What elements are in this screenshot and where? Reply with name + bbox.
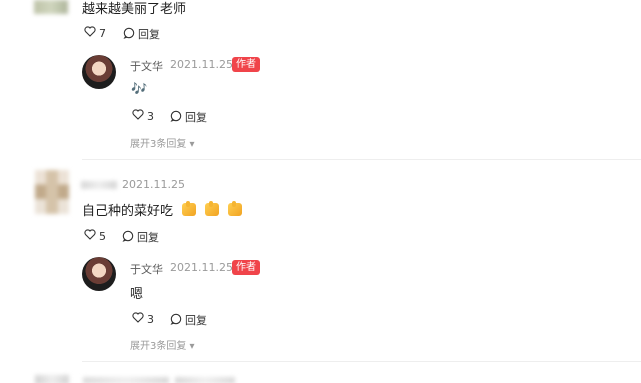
author-avatar[interactable]: [82, 55, 116, 89]
avatar[interactable]: [34, 0, 68, 14]
reply-label: 回复: [185, 314, 207, 327]
comment-bubble-icon: [123, 27, 135, 42]
reply-label: 回复: [137, 231, 159, 244]
heart-icon: [84, 229, 96, 243]
comment-meta: [175, 377, 235, 383]
author-name[interactable]: 于文华: [130, 261, 163, 277]
like-count: 3: [147, 109, 154, 123]
comment-text: 自己种的菜好吃: [82, 204, 174, 219]
like-button[interactable]: 5: [84, 229, 106, 243]
heart-icon: [132, 109, 144, 123]
author-avatar[interactable]: [82, 257, 116, 291]
reply-text: 嗯: [130, 287, 144, 302]
like-button[interactable]: 7: [84, 26, 106, 40]
divider: [82, 159, 641, 160]
reply-label: 回复: [185, 111, 207, 124]
like-count: 5: [99, 229, 106, 243]
comment-date: 2021.11.25: [170, 261, 233, 274]
author-name[interactable]: 于文华: [130, 58, 163, 74]
divider: [82, 361, 641, 362]
comment-text: 越来越美丽了老师: [82, 2, 187, 17]
like-count: 3: [147, 312, 154, 326]
comment-bubble-icon: [170, 110, 182, 125]
comment-content: 自己种的菜好吃: [82, 200, 243, 219]
heart-icon: [132, 312, 144, 326]
music-note-icon: 🎶: [131, 82, 148, 97]
comment-bubble-icon: [122, 230, 134, 245]
user-name[interactable]: [81, 181, 117, 189]
reply-button[interactable]: 回复: [170, 109, 207, 125]
like-count: 7: [99, 26, 106, 40]
expand-replies-button[interactable]: 展开3条回复 ▾: [130, 135, 195, 150]
reply-label: 回复: [138, 28, 160, 41]
avatar[interactable]: [35, 375, 69, 383]
reply-button[interactable]: 回复: [123, 26, 160, 42]
author-badge: 作者: [232, 57, 260, 72]
heart-icon: [84, 26, 96, 40]
comment-date: 2021.11.25: [122, 178, 185, 191]
thumbs-up-icon: [182, 201, 197, 216]
avatar[interactable]: [35, 170, 69, 214]
user-name[interactable]: [83, 377, 169, 383]
thumbs-up-icon: [228, 201, 243, 216]
author-badge: 作者: [232, 260, 260, 275]
like-button[interactable]: 3: [132, 109, 154, 123]
comment-date: 2021.11.25: [170, 58, 233, 71]
like-button[interactable]: 3: [132, 312, 154, 326]
reply-button[interactable]: 回复: [122, 229, 159, 245]
thumbs-up-icon: [205, 201, 220, 216]
reply-button[interactable]: 回复: [170, 312, 207, 328]
expand-replies-button[interactable]: 展开3条回复 ▾: [130, 337, 195, 352]
comment-bubble-icon: [170, 313, 182, 328]
